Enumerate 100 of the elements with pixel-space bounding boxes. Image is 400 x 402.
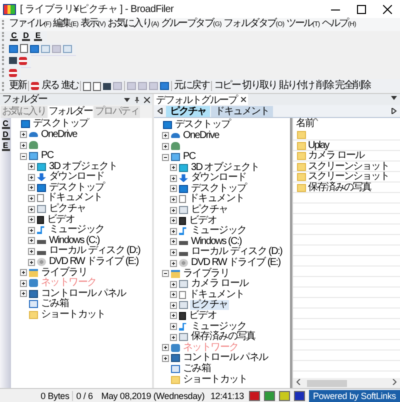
close-icon[interactable] — [241, 97, 246, 102]
color-swatch[interactable] — [264, 390, 275, 400]
toolbar-button[interactable]: 削除 — [314, 80, 334, 92]
column-header[interactable]: 名前 — [296, 118, 314, 130]
expand-icon[interactable] — [170, 334, 177, 341]
expand-icon[interactable] — [162, 354, 169, 362]
file-name[interactable]: スクリーンショット — [308, 172, 389, 182]
tree-item[interactable]: ミュージック — [48, 225, 106, 236]
tree-item[interactable]: ライブラリ — [40, 268, 88, 278]
drive-button[interactable]: D — [20, 30, 32, 42]
expand-icon[interactable] — [20, 131, 27, 138]
toolbar-button[interactable]: コピー — [213, 80, 242, 92]
tree-item[interactable]: ごみ箱 — [40, 299, 70, 310]
expand-icon[interactable] — [170, 323, 177, 330]
tree-item[interactable]: DVD RW ドライブ (E:) — [190, 258, 282, 268]
pin-icon[interactable] — [134, 96, 140, 102]
color-swatch[interactable] — [248, 390, 260, 400]
toolbar-button[interactable]: 切り取り — [241, 80, 278, 92]
monitor-icon[interactable] — [30, 44, 39, 52]
expand-icon[interactable] — [20, 142, 27, 149]
tree-item[interactable]: コントロール パネル — [182, 353, 269, 364]
tree-item[interactable]: ごみ箱 — [182, 364, 212, 374]
color-swatch[interactable] — [278, 390, 290, 400]
powered-by-banner[interactable]: Powered by SoftLinks — [308, 390, 400, 402]
expand-icon[interactable] — [162, 132, 169, 140]
toolbar-button[interactable]: 貼り付け — [278, 80, 315, 92]
tree-item[interactable]: ローカル ディスク (D:) — [48, 246, 142, 256]
scroll-left-icon[interactable] — [296, 378, 302, 384]
tree-item[interactable]: DVD RW ドライブ (E:) — [48, 257, 140, 268]
drive-button[interactable]: C — [8, 30, 20, 42]
close-button[interactable] — [142, 94, 152, 105]
tree-item[interactable]: OneDrive — [182, 130, 220, 141]
tree-item[interactable]: ショートカット — [40, 310, 106, 320]
expand-icon[interactable] — [28, 174, 35, 181]
tree-item[interactable]: デスクトップ — [174, 120, 232, 130]
drive-button[interactable]: D — [2, 130, 10, 141]
file-name[interactable]: カメラ ロール — [308, 151, 364, 162]
tree-item[interactable]: ミュージック — [190, 226, 248, 236]
panel-tab[interactable]: お気に入り — [1, 106, 47, 118]
expand-icon[interactable] — [28, 226, 35, 234]
tree-item[interactable]: ビデオ — [188, 310, 218, 321]
file-name[interactable]: Uplay — [308, 140, 329, 151]
monitor-icon[interactable] — [9, 44, 18, 52]
collapse-icon[interactable] — [162, 270, 169, 278]
drive-button[interactable]: C — [2, 119, 10, 130]
tree-item[interactable]: ダウンロード — [190, 173, 248, 184]
tree-item[interactable]: PC — [182, 152, 196, 162]
expand-icon[interactable] — [170, 238, 177, 246]
expand-icon[interactable] — [170, 206, 177, 214]
expand-icon[interactable] — [170, 217, 177, 224]
tree-item[interactable]: ドキュメント — [188, 290, 246, 300]
tree-item[interactable]: ダウンロード — [48, 172, 106, 182]
tree-item[interactable]: デスクトップ — [32, 119, 90, 130]
tree-item[interactable]: ミュージック — [190, 322, 248, 332]
expand-icon[interactable] — [28, 216, 35, 224]
drive-button[interactable]: E — [32, 30, 44, 42]
expand-icon[interactable] — [170, 260, 177, 267]
expand-icon[interactable] — [170, 174, 177, 182]
tree-item[interactable]: ドキュメント — [188, 194, 246, 204]
toolbar-button[interactable]: 進む — [60, 80, 80, 92]
tree-item[interactable]: デスクトップ — [48, 182, 106, 193]
expand-icon[interactable] — [28, 194, 35, 202]
expand-icon[interactable] — [170, 196, 177, 203]
tree-item[interactable]: ショートカット — [182, 374, 248, 385]
pin-button[interactable] — [132, 94, 142, 105]
tree-item[interactable]: ビデオ — [46, 214, 76, 225]
document-icon[interactable] — [20, 44, 28, 53]
expand-icon[interactable] — [170, 302, 177, 309]
expand-icon[interactable] — [170, 312, 177, 320]
expand-icon[interactable] — [28, 248, 35, 255]
tree-item[interactable]: ローカル ディスク (D:) — [190, 247, 284, 258]
close-icon[interactable] — [382, 4, 392, 14]
tree-item[interactable]: ライブラリ — [182, 268, 230, 279]
expand-icon[interactable] — [170, 164, 177, 172]
left-arrow-icon[interactable] — [157, 108, 163, 114]
close-icon[interactable] — [144, 96, 150, 102]
tree-item[interactable]: コントロール パネル — [40, 288, 127, 299]
tree-item[interactable]: ドキュメント — [46, 193, 104, 204]
maximize-icon[interactable] — [356, 4, 366, 14]
panel-tab[interactable]: プロパティ — [94, 106, 140, 118]
tree-item[interactable]: PC — [40, 151, 54, 162]
collapse-icon[interactable] — [20, 152, 27, 160]
panel-tab[interactable]: フォルダー — [48, 106, 94, 118]
tree-item[interactable]: ピクチャ — [48, 204, 87, 214]
tree-item[interactable]: ピクチャ — [190, 300, 229, 310]
tree-item[interactable]: OneDrive — [40, 130, 78, 140]
tree-item[interactable]: 3D オブジェクト — [48, 162, 118, 172]
expand-icon[interactable] — [28, 237, 35, 244]
tree-item[interactable]: デスクトップ — [190, 184, 248, 194]
toolbar-button[interactable]: 完全削除 — [334, 80, 371, 92]
expand-icon[interactable] — [28, 206, 35, 213]
tree-item[interactable]: ビデオ — [188, 216, 218, 226]
expand-icon[interactable] — [170, 185, 177, 192]
folder-tab[interactable]: ピクチャ — [166, 106, 210, 117]
expand-icon[interactable] — [20, 280, 27, 287]
scroll-right-icon[interactable] — [391, 378, 397, 384]
tree-item[interactable]: ピクチャ — [190, 205, 229, 216]
tree-item[interactable]: 3D オブジェクト — [190, 162, 260, 173]
folder-tab[interactable]: ドキュメント — [211, 106, 273, 117]
right-arrow-icon[interactable] — [391, 108, 397, 114]
